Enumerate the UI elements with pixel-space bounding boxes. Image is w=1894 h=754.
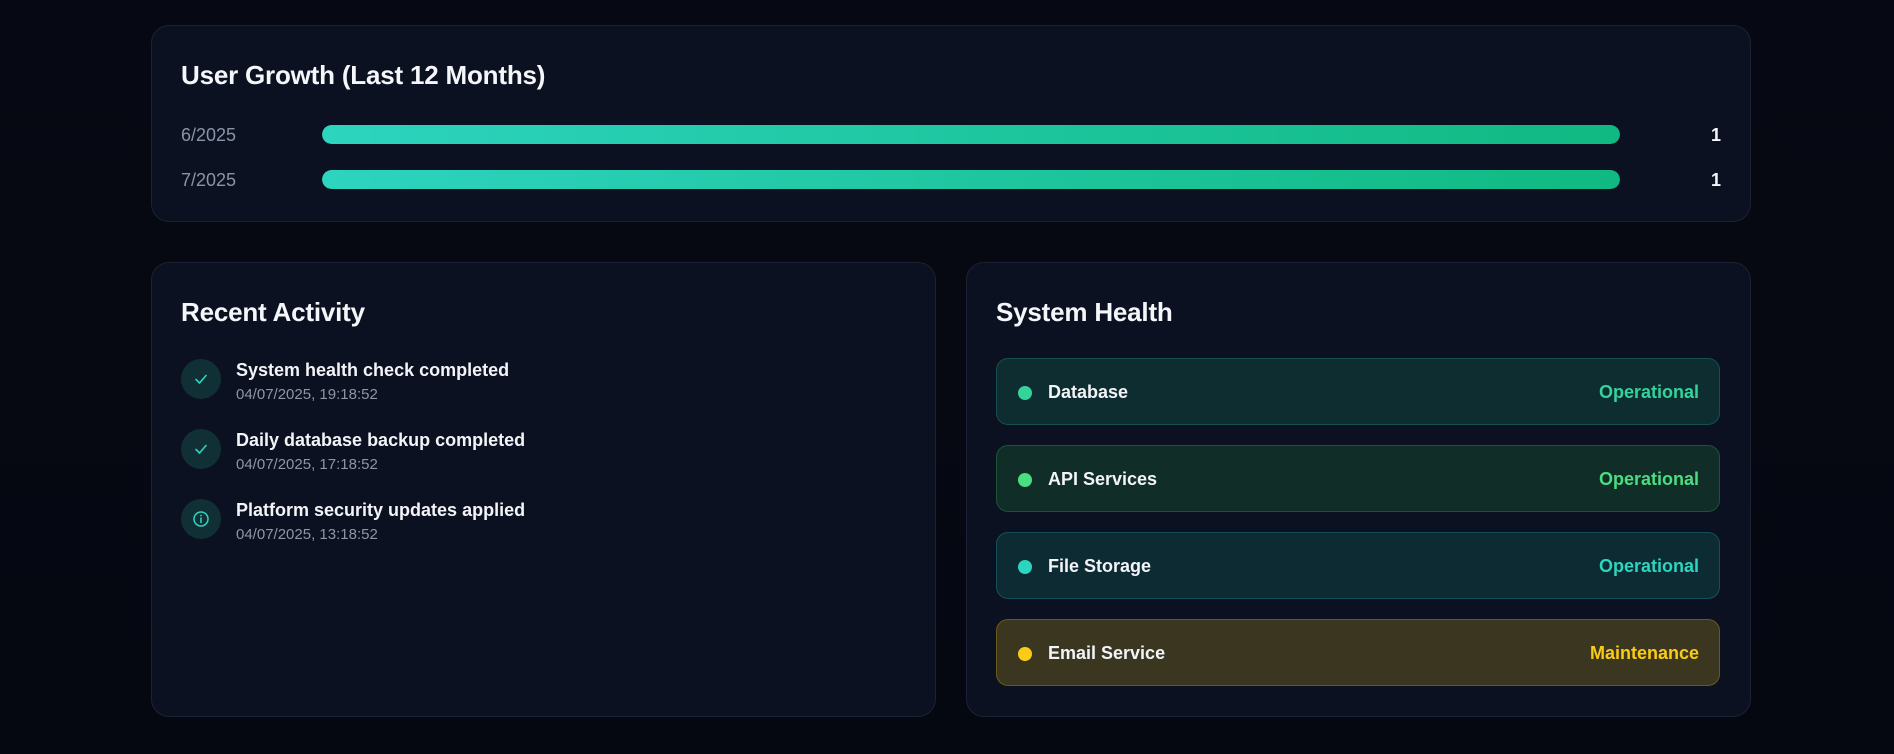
health-item-status: Operational (1598, 469, 1699, 489)
health-item-file-storage: File Storage Operational (996, 532, 1720, 599)
health-item-email-service: Email Service Maintenance (996, 619, 1720, 686)
growth-row-label: 7/2025 (181, 170, 237, 190)
health-item-api-services: API Services Operational (996, 445, 1720, 512)
user-growth-title: User Growth (Last 12 Months) (181, 60, 546, 90)
health-item-name: API Services (1048, 469, 1158, 489)
activity-timestamp: 04/07/2025, 17:18:52 (236, 456, 378, 473)
activity-title: Platform security updates applied (236, 500, 526, 520)
growth-row: 6/2025 1 (181, 124, 1721, 146)
health-item-status: Operational (1598, 382, 1699, 402)
health-item-name: File Storage (1048, 556, 1152, 576)
recent-activity-card: Recent Activity System health check comp… (151, 262, 936, 717)
activity-timestamp: 04/07/2025, 19:18:52 (236, 386, 378, 403)
status-dot-icon (1018, 647, 1032, 661)
user-growth-card: User Growth (Last 12 Months) 6/2025 1 7/… (151, 25, 1751, 222)
health-item-database: Database Operational (996, 358, 1720, 425)
health-item-name: Database (1048, 382, 1129, 402)
growth-bar-track (322, 125, 1620, 144)
health-item-status: Operational (1598, 556, 1699, 576)
status-dot-icon (1018, 386, 1032, 400)
health-item-status: Maintenance (1589, 643, 1699, 663)
info-icon (181, 499, 221, 539)
activity-title: Daily database backup completed (236, 430, 526, 450)
system-health-card: System Health Database Operational API S… (966, 262, 1751, 717)
growth-row-value: 1 (1710, 125, 1721, 145)
status-dot-icon (1018, 473, 1032, 487)
status-dot-icon (1018, 560, 1032, 574)
check-icon (181, 429, 221, 469)
growth-bar-fill (322, 170, 1620, 189)
growth-bar-track (322, 170, 1620, 189)
health-item-name: Email Service (1048, 643, 1166, 663)
growth-row-label: 6/2025 (181, 125, 237, 145)
activity-timestamp: 04/07/2025, 13:18:52 (236, 526, 378, 543)
growth-row: 7/2025 1 (181, 169, 1721, 191)
growth-row-value: 1 (1710, 170, 1721, 190)
activity-title: System health check completed (236, 360, 510, 380)
check-icon (181, 359, 221, 399)
system-health-title: System Health (996, 297, 1173, 327)
recent-activity-title: Recent Activity (181, 297, 365, 327)
growth-bar-fill (322, 125, 1620, 144)
